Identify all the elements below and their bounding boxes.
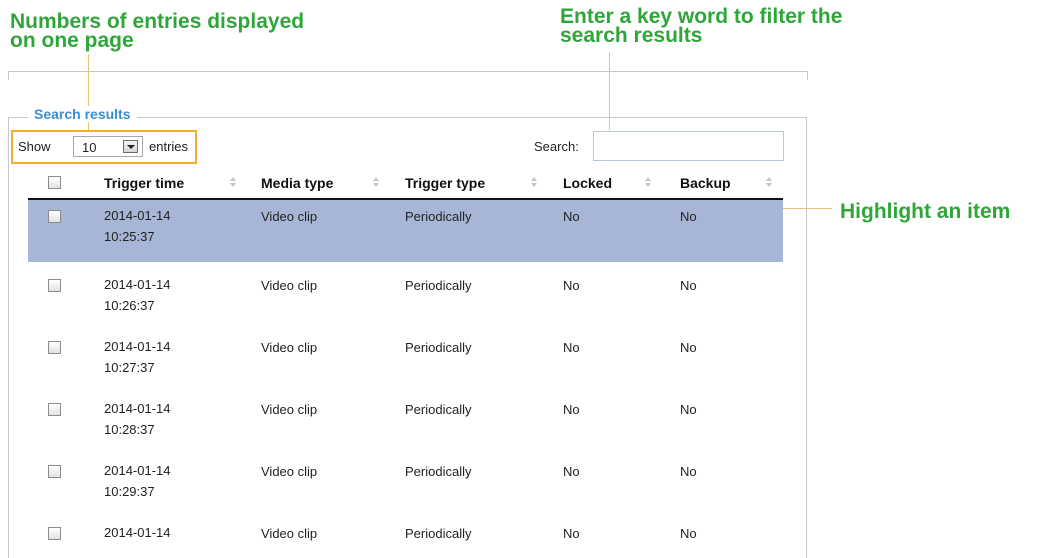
- trigger-date: 2014-01-14: [104, 525, 171, 540]
- trigger-time-cell: 2014-01-14: [104, 522, 171, 543]
- trigger-type-cell: Periodically: [405, 402, 472, 417]
- trigger-date: 2014-01-14: [104, 463, 171, 478]
- entries-per-page-value: 10: [82, 140, 97, 155]
- trigger-type-cell: Periodically: [405, 526, 472, 541]
- trigger-type-cell: Periodically: [405, 209, 472, 224]
- trigger-date: 2014-01-14: [104, 339, 171, 354]
- trigger-date: 2014-01-14: [104, 208, 171, 223]
- callout-highlight-item: Highlight an item: [840, 200, 1011, 223]
- column-header-locked[interactable]: Locked: [563, 175, 612, 191]
- locked-cell: No: [563, 340, 580, 355]
- backup-cell: No: [680, 402, 697, 417]
- sort-both-icon[interactable]: [766, 177, 772, 189]
- backup-cell: No: [680, 526, 697, 541]
- row-checkbox[interactable]: [48, 527, 61, 540]
- row-checkbox[interactable]: [48, 403, 61, 416]
- media-type-cell: Video clip: [261, 402, 318, 417]
- row-checkbox[interactable]: [48, 210, 61, 223]
- column-header-media-type[interactable]: Media type: [261, 175, 333, 191]
- locked-cell: No: [563, 526, 580, 541]
- backup-cell: No: [680, 209, 697, 224]
- trigger-time-cell: 2014-01-14 10:26:37: [104, 274, 171, 316]
- table-row[interactable]: 2014-01-14 Video clip Periodically No No: [28, 510, 783, 546]
- table-row[interactable]: 2014-01-14 10:26:37 Video clip Periodica…: [28, 262, 783, 324]
- sort-both-icon[interactable]: [645, 177, 651, 189]
- entries-per-page-select[interactable]: 10: [73, 136, 143, 157]
- trigger-clock: 10:28:37: [104, 422, 155, 437]
- trigger-time-cell: 2014-01-14 10:28:37: [104, 398, 171, 440]
- trigger-type-cell: Periodically: [405, 278, 472, 293]
- callout-search-line2: search results: [560, 24, 703, 47]
- sort-both-icon[interactable]: [230, 177, 236, 189]
- column-header-trigger-time[interactable]: Trigger time: [104, 175, 184, 191]
- trigger-date: 2014-01-14: [104, 277, 171, 292]
- trigger-clock: 10:29:37: [104, 484, 155, 499]
- table-row[interactable]: 2014-01-14 10:29:37 Video clip Periodica…: [28, 448, 783, 510]
- media-type-cell: Video clip: [261, 209, 318, 224]
- row-checkbox[interactable]: [48, 341, 61, 354]
- trigger-clock: 10:25:37: [104, 229, 155, 244]
- entries-label: entries: [149, 139, 189, 154]
- media-type-cell: Video clip: [261, 526, 318, 541]
- table-row[interactable]: 2014-01-14 10:28:37 Video clip Periodica…: [28, 386, 783, 448]
- row-checkbox[interactable]: [48, 279, 61, 292]
- search-input[interactable]: [593, 131, 784, 161]
- media-type-cell: Video clip: [261, 340, 318, 355]
- column-header-trigger-type[interactable]: Trigger type: [405, 175, 485, 191]
- locked-cell: No: [563, 402, 580, 417]
- media-type-cell: Video clip: [261, 464, 318, 479]
- trigger-type-cell: Periodically: [405, 340, 472, 355]
- backup-cell: No: [680, 464, 697, 479]
- callout-search-filter: Enter a key word to filter the search re…: [560, 6, 842, 47]
- table-row[interactable]: 2014-01-14 10:25:37 Video clip Periodica…: [28, 200, 783, 262]
- trigger-date: 2014-01-14: [104, 401, 171, 416]
- locked-cell: No: [563, 464, 580, 479]
- backup-cell: No: [680, 340, 697, 355]
- locked-cell: No: [563, 209, 580, 224]
- trigger-time-cell: 2014-01-14 10:29:37: [104, 460, 171, 502]
- backup-cell: No: [680, 278, 697, 293]
- callout-entries-per-page: Numbers of entries displayed on one page: [10, 11, 304, 52]
- locked-cell: No: [563, 278, 580, 293]
- search-results-title: Search results: [28, 106, 137, 122]
- sort-both-icon[interactable]: [531, 177, 537, 189]
- chevron-down-icon[interactable]: [123, 140, 138, 153]
- trigger-clock: 10:27:37: [104, 360, 155, 375]
- trigger-time-cell: 2014-01-14 10:27:37: [104, 336, 171, 378]
- table-header: Trigger time Media type Trigger type Loc…: [28, 168, 783, 198]
- show-label: Show: [18, 139, 51, 154]
- trigger-time-cell: 2014-01-14 10:25:37: [104, 205, 171, 247]
- search-label: Search:: [534, 139, 579, 154]
- trigger-clock: 10:26:37: [104, 298, 155, 313]
- column-header-backup[interactable]: Backup: [680, 175, 731, 191]
- top-section-divider: [8, 71, 808, 80]
- callout-entries-line2: on one page: [10, 29, 134, 52]
- sort-both-icon[interactable]: [373, 177, 379, 189]
- table-row[interactable]: 2014-01-14 10:27:37 Video clip Periodica…: [28, 324, 783, 386]
- select-all-checkbox[interactable]: [48, 176, 61, 189]
- row-checkbox[interactable]: [48, 465, 61, 478]
- trigger-type-cell: Periodically: [405, 464, 472, 479]
- media-type-cell: Video clip: [261, 278, 318, 293]
